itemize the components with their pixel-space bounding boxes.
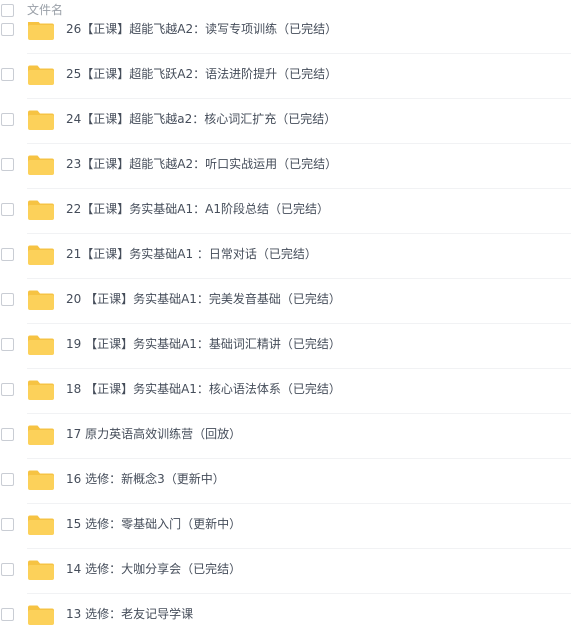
file-name[interactable]: 17 原力英语高效训练营（回放） xyxy=(66,426,241,442)
file-name[interactable]: 18 【正课】务实基础A1：核心语法体系（已完结） xyxy=(66,381,341,397)
row-checkbox[interactable] xyxy=(1,68,14,81)
folder-icon xyxy=(27,379,55,401)
file-name[interactable]: 19 【正课】务实基础A1：基础词汇精讲（已完结） xyxy=(66,336,341,352)
folder-icon xyxy=(27,289,55,311)
file-row[interactable]: 14 选修：大咖分享会（已完结） xyxy=(0,549,571,594)
folder-icon xyxy=(27,19,55,41)
list-header: 文件名 xyxy=(0,0,571,22)
row-checkbox[interactable] xyxy=(1,293,14,306)
file-name[interactable]: 22【正课】务实基础A1：A1阶段总结（已完结） xyxy=(66,201,329,217)
file-name[interactable]: 13 选修：老友记导学课 xyxy=(66,606,193,622)
file-row[interactable]: 13 选修：老友记导学课 xyxy=(0,594,571,628)
folder-icon xyxy=(27,64,55,86)
row-checkbox[interactable] xyxy=(1,338,14,351)
row-checkbox[interactable] xyxy=(1,23,14,36)
folder-icon xyxy=(27,559,55,581)
file-row[interactable]: 20 【正课】务实基础A1：完美发音基础（已完结） xyxy=(0,279,571,324)
file-row[interactable]: 25【正课】超能飞跃A2：语法进阶提升（已完结） xyxy=(0,54,571,99)
folder-icon xyxy=(27,514,55,536)
row-checkbox[interactable] xyxy=(1,473,14,486)
file-name[interactable]: 16 选修：新概念3（更新中） xyxy=(66,471,225,487)
file-row[interactable]: 22【正课】务实基础A1：A1阶段总结（已完结） xyxy=(0,189,571,234)
row-checkbox[interactable] xyxy=(1,518,14,531)
folder-icon xyxy=(27,199,55,221)
row-checkbox[interactable] xyxy=(1,158,14,171)
row-checkbox[interactable] xyxy=(1,428,14,441)
file-name[interactable]: 26【正课】超能飞越A2：读写专项训练（已完结） xyxy=(66,21,337,37)
file-row[interactable]: 19 【正课】务实基础A1：基础词汇精讲（已完结） xyxy=(0,324,571,369)
folder-icon xyxy=(27,109,55,131)
file-name[interactable]: 24【正课】超能飞越a2：核心词汇扩充（已完结） xyxy=(66,111,336,127)
file-name[interactable]: 14 选修：大咖分享会（已完结） xyxy=(66,561,241,577)
file-row[interactable]: 21【正课】务实基础A1 ：日常对话（已完结） xyxy=(0,234,571,279)
file-row[interactable]: 24【正课】超能飞越a2：核心词汇扩充（已完结） xyxy=(0,99,571,144)
file-row[interactable]: 15 选修：零基础入门（更新中） xyxy=(0,504,571,549)
file-name[interactable]: 21【正课】务实基础A1 ：日常对话（已完结） xyxy=(66,246,317,262)
file-name[interactable]: 23【正课】超能飞越A2：听口实战运用（已完结） xyxy=(66,156,337,172)
row-checkbox[interactable] xyxy=(1,113,14,126)
file-name[interactable]: 20 【正课】务实基础A1：完美发音基础（已完结） xyxy=(66,291,341,307)
row-checkbox[interactable] xyxy=(1,563,14,576)
select-all-checkbox[interactable] xyxy=(1,4,14,17)
file-name[interactable]: 25【正课】超能飞跃A2：语法进阶提升（已完结） xyxy=(66,66,337,82)
row-checkbox[interactable] xyxy=(1,248,14,261)
folder-icon xyxy=(27,154,55,176)
folder-icon xyxy=(27,469,55,491)
folder-icon xyxy=(27,424,55,446)
folder-icon xyxy=(27,604,55,626)
file-name[interactable]: 15 选修：零基础入门（更新中） xyxy=(66,516,241,532)
folder-icon xyxy=(27,334,55,356)
file-row[interactable]: 17 原力英语高效训练营（回放） xyxy=(0,414,571,459)
row-checkbox[interactable] xyxy=(1,203,14,216)
file-row[interactable]: 23【正课】超能飞越A2：听口实战运用（已完结） xyxy=(0,144,571,189)
file-row[interactable]: 16 选修：新概念3（更新中） xyxy=(0,459,571,504)
row-checkbox[interactable] xyxy=(1,608,14,621)
file-list: 26【正课】超能飞越A2：读写专项训练（已完结） 25【正课】超能飞跃A2：语法进… xyxy=(0,9,571,628)
file-row[interactable]: 18 【正课】务实基础A1：核心语法体系（已完结） xyxy=(0,369,571,414)
row-checkbox[interactable] xyxy=(1,383,14,396)
folder-icon xyxy=(27,244,55,266)
column-header-filename[interactable]: 文件名 xyxy=(27,2,63,18)
file-manager: 26【正课】超能飞越A2：读写专项训练（已完结） 25【正课】超能飞跃A2：语法进… xyxy=(0,0,571,628)
